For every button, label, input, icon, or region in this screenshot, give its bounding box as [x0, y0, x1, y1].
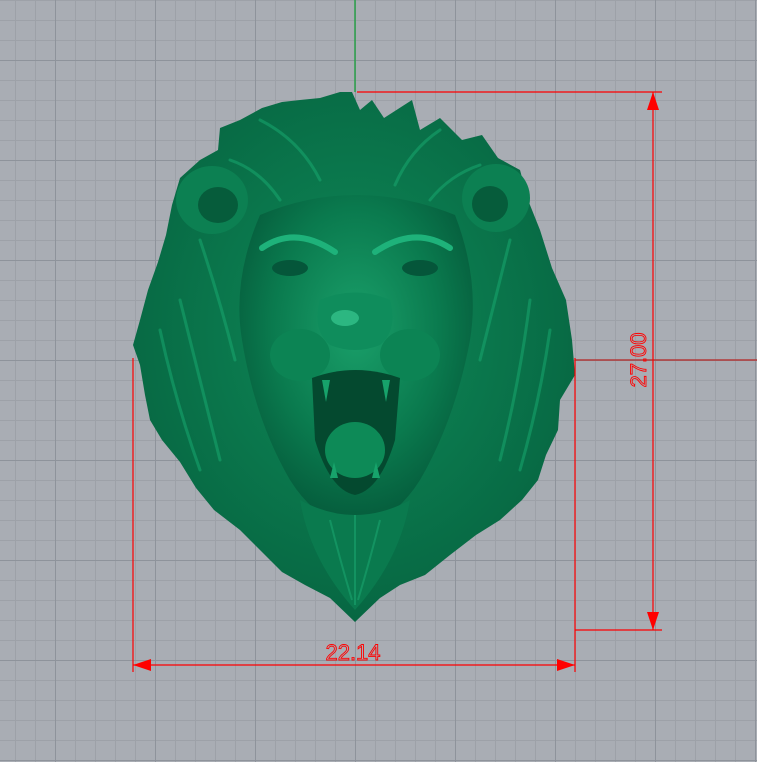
- nose-highlight: [331, 310, 359, 326]
- width-dimension-label[interactable]: 22.14: [325, 640, 381, 666]
- width-arrow-right: [557, 659, 575, 671]
- height-dimension-label[interactable]: 27.00: [626, 332, 652, 388]
- height-arrow-bottom: [647, 612, 659, 630]
- cad-viewport[interactable]: 22.14 27.00: [0, 0, 757, 762]
- left-eye: [272, 260, 308, 276]
- viewport-canvas: 22.14 27.00: [132, 0, 757, 672]
- lion-head-model[interactable]: [133, 92, 575, 622]
- height-arrow-top: [647, 92, 659, 110]
- left-ear-inner: [198, 187, 238, 223]
- right-ear-inner: [472, 186, 508, 222]
- width-arrow-left: [133, 659, 151, 671]
- right-muzzle: [380, 329, 440, 381]
- right-eye: [402, 260, 438, 276]
- left-muzzle: [270, 329, 330, 381]
